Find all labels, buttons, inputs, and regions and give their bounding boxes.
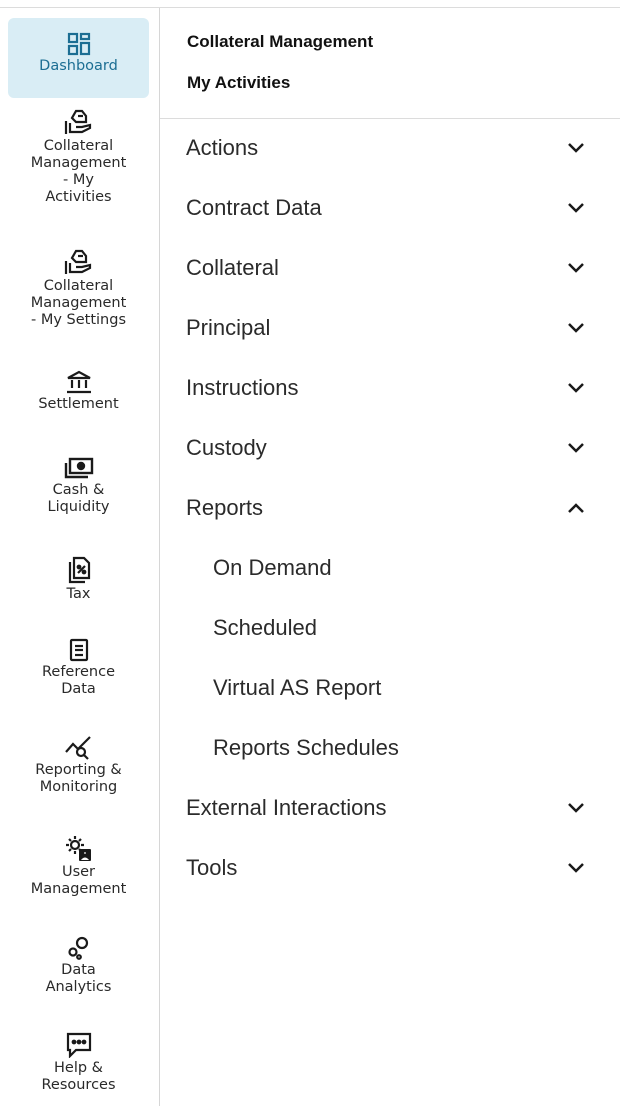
- document-list-icon: [69, 632, 89, 662]
- chevron-down-icon: [568, 143, 584, 153]
- menu-item-label: Custody: [186, 435, 267, 460]
- chevron-down-icon: [568, 383, 584, 393]
- tax-document-icon: [66, 554, 92, 584]
- sidebar-item-collateral-activities[interactable]: Collateral Management - My Activities: [8, 106, 149, 206]
- menu-item-collateral[interactable]: Collateral: [160, 238, 620, 298]
- bank-icon: [66, 364, 92, 394]
- chevron-down-icon: [568, 443, 584, 453]
- dashboard-icon: [67, 18, 91, 56]
- panel-subtitle: My Activities: [187, 73, 291, 92]
- submenu-item-virtual-as-report[interactable]: Virtual AS Report: [160, 658, 620, 718]
- menu-item-label: Reports: [186, 495, 264, 520]
- menu-item-label: Instructions: [186, 375, 299, 400]
- menu-item-actions[interactable]: Actions: [160, 118, 620, 178]
- sidebar-item-label: Cash & Liquidity: [47, 482, 110, 515]
- sidebar-item-label: User Management: [30, 864, 127, 897]
- user-gear-icon: [64, 832, 94, 862]
- analytics-circles-icon: [67, 930, 91, 960]
- menu-item-label: Tools: [186, 855, 238, 880]
- menu-item-label: Principal: [186, 315, 271, 340]
- submenu-item-label: Virtual AS Report: [213, 675, 382, 700]
- menu-item-instructions[interactable]: Instructions: [160, 358, 620, 418]
- chat-bubble-icon: [66, 1028, 92, 1058]
- hand-money-icon: [64, 106, 94, 136]
- chevron-down-icon: [568, 803, 584, 813]
- menu-item-label: External Interactions: [186, 795, 387, 820]
- hand-money-icon: [64, 246, 94, 276]
- sidebar-item-reference-data[interactable]: Reference Data: [8, 632, 149, 698]
- submenu-item-label: Reports Schedules: [213, 735, 399, 760]
- menu-item-contract-data[interactable]: Contract Data: [160, 178, 620, 238]
- panel-header: Collateral Management My Activities: [160, 8, 620, 119]
- chart-search-icon: [64, 730, 94, 760]
- menu-item-tools[interactable]: Tools: [160, 838, 620, 898]
- menu-item-custody[interactable]: Custody: [160, 418, 620, 478]
- menu-item-label: Collateral: [186, 255, 279, 280]
- activities-menu-panel: Collateral Management My Activities Acti…: [160, 8, 620, 1106]
- panel-title: Collateral Management: [187, 32, 374, 51]
- sidebar-item-collateral-settings[interactable]: Collateral Management - My Settings: [8, 246, 149, 329]
- menu-item-label: Contract Data: [186, 195, 322, 220]
- sidebar-item-label: Data Analytics: [45, 962, 112, 995]
- sidebar-item-label: Dashboard: [39, 58, 118, 74]
- sidebar-item-label: Reference Data: [41, 664, 116, 697]
- chevron-down-icon: [568, 263, 584, 273]
- sidebar: Dashboard Collateral Management - My Act…: [0, 8, 160, 1106]
- sidebar-item-label: Collateral Management - My Settings: [30, 278, 127, 328]
- chevron-up-icon: [568, 503, 584, 513]
- menu-item-external-interactions[interactable]: External Interactions: [160, 778, 620, 838]
- menu-item-reports[interactable]: Reports: [160, 478, 620, 538]
- sidebar-item-label: Reporting & Monitoring: [35, 762, 122, 795]
- chevron-down-icon: [568, 863, 584, 873]
- sidebar-item-dashboard[interactable]: Dashboard: [8, 18, 149, 98]
- sidebar-item-label: Collateral Management - My Activities: [30, 138, 127, 205]
- submenu-item-on-demand[interactable]: On Demand: [160, 538, 620, 598]
- menu-item-label: Actions: [186, 135, 259, 160]
- sidebar-item-data-analytics[interactable]: Data Analytics: [8, 930, 149, 996]
- submenu-item-label: On Demand: [213, 555, 332, 580]
- sidebar-item-user-management[interactable]: User Management: [8, 832, 149, 898]
- sidebar-item-settlement[interactable]: Settlement: [8, 364, 149, 413]
- sidebar-item-label: Tax: [66, 586, 91, 602]
- sidebar-item-help-resources[interactable]: Help & Resources: [8, 1028, 149, 1094]
- submenu-item-reports-schedules[interactable]: Reports Schedules: [160, 718, 620, 778]
- sidebar-item-cash-liquidity[interactable]: Cash & Liquidity: [8, 450, 149, 516]
- menu-item-principal[interactable]: Principal: [160, 298, 620, 358]
- chevron-down-icon: [568, 203, 584, 213]
- chevron-down-icon: [568, 323, 584, 333]
- sidebar-item-label: Settlement: [38, 396, 119, 412]
- sidebar-item-reporting-monitoring[interactable]: Reporting & Monitoring: [8, 730, 149, 796]
- cash-icon: [64, 450, 94, 480]
- sidebar-item-label: Help & Resources: [41, 1060, 116, 1093]
- submenu-item-label: Scheduled: [213, 615, 317, 640]
- sidebar-item-tax[interactable]: Tax: [8, 554, 149, 603]
- submenu-item-scheduled[interactable]: Scheduled: [160, 598, 620, 658]
